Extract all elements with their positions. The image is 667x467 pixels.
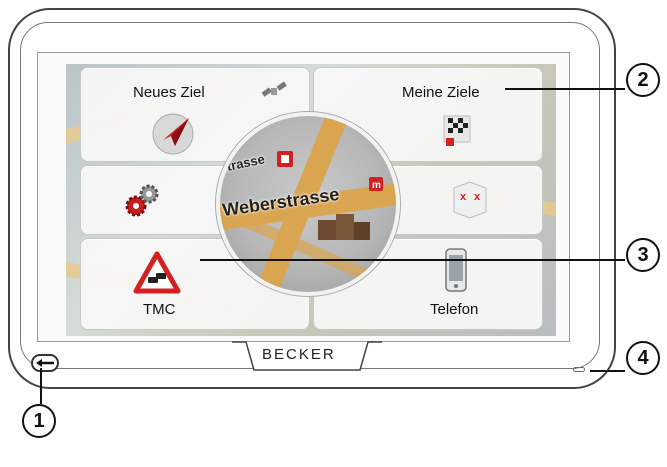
callout-line-4 [590,370,625,372]
callout-line-1 [40,368,42,404]
map-buildings [318,214,370,240]
callout-line-2 [505,88,625,90]
checkered-flag-icon [443,115,471,146]
brand-logo: BECKER [262,346,336,363]
back-arrow-icon [36,359,54,367]
callout-1: 1 [22,404,56,438]
phone-label: Telefon [430,301,479,318]
phone-icon [445,248,467,292]
svg-text:m: m [372,180,381,191]
callout-line-3 [200,259,625,261]
back-button[interactable] [31,354,59,372]
my-destinations-label: Meine Ziele [402,84,480,101]
compass-arrow-icon [152,113,194,155]
poi-marker-icon: m [369,177,383,191]
callout-4: 4 [626,341,660,375]
status-led [573,367,585,372]
extras-icon: x x [453,181,487,219]
gears-icon [125,184,159,217]
traffic-warning-icon [133,251,181,294]
callout-2: 2 [626,63,660,97]
svg-text:x: x [460,191,467,203]
tmc-label: TMC [143,301,176,318]
callout-3: 3 [626,238,660,272]
satellite-icon [261,81,287,97]
map-preview-button[interactable]: m Strasse Weberstrasse [216,112,400,296]
new-destination-label: Neues Ziel [133,84,205,101]
svg-text:x: x [474,191,481,203]
main-menu-screen: Neues Ziel Meine Ziele x x TMC Telefon m… [66,64,556,336]
poi-marker-icon [277,151,293,167]
